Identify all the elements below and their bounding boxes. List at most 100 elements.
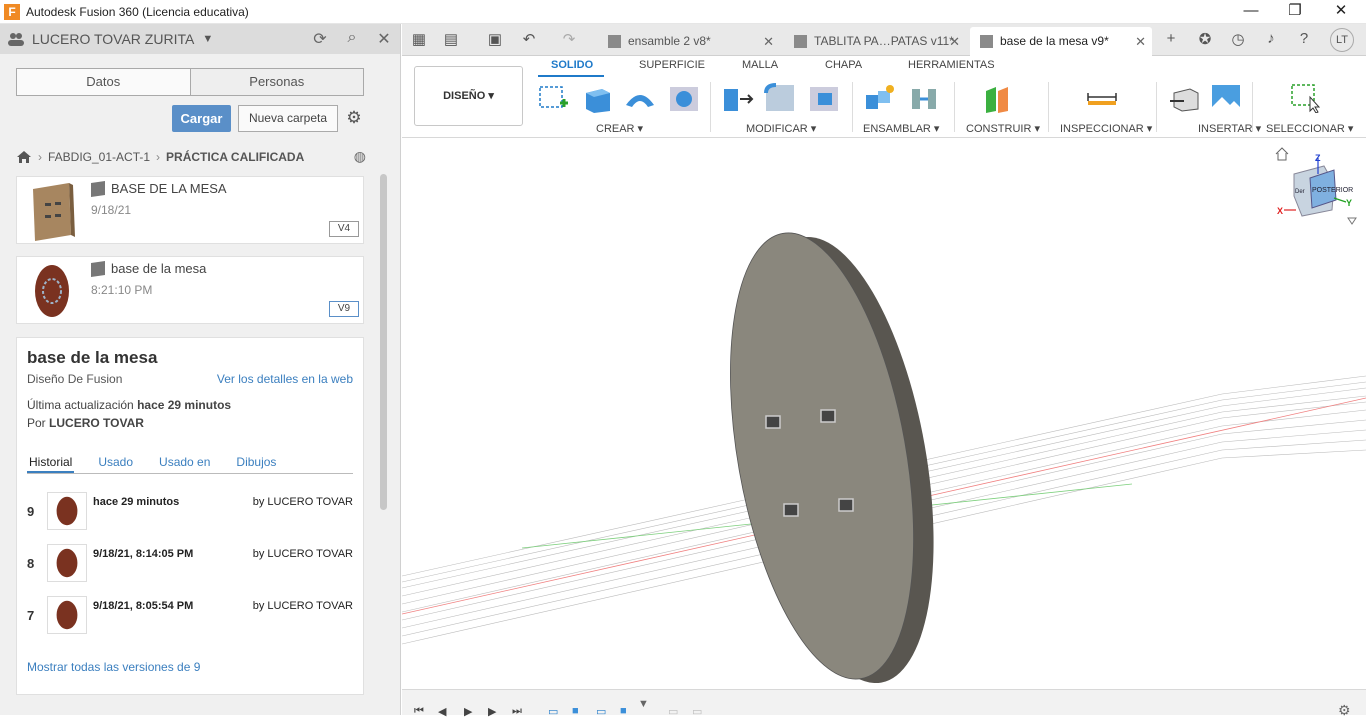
save-icon[interactable]: ▣ — [484, 30, 506, 50]
viewcube-side[interactable]: Der — [1295, 189, 1305, 195]
close-tab-icon[interactable]: ✕ — [949, 27, 960, 56]
breadcrumb-item[interactable]: FABDIG_01-ACT-1 — [48, 150, 150, 164]
assemble-menu[interactable]: ENSAMBLAR ▾ — [863, 122, 939, 135]
avatar[interactable]: LT — [1330, 28, 1354, 52]
timeline-sketch-icon[interactable]: ▭ — [692, 705, 702, 718]
job-status-icon[interactable]: ◷ — [1227, 30, 1249, 50]
select-window-icon[interactable] — [1288, 83, 1320, 113]
measure-icon[interactable] — [1086, 83, 1118, 113]
fillet-icon[interactable] — [764, 83, 796, 113]
new-tab-icon[interactable]: + — [1160, 30, 1182, 50]
insert-derive-icon[interactable] — [1168, 83, 1200, 113]
minimize-button[interactable]: — — [1228, 0, 1274, 24]
canvas-viewport[interactable]: POSTERIOR Der X Z Y — [402, 138, 1366, 689]
tab-ensamble[interactable]: ensamble 2 v8* ✕ — [598, 27, 780, 56]
timeline-sketch-icon[interactable]: ▭ — [668, 705, 678, 718]
home-view-icon[interactable] — [1275, 147, 1289, 161]
offset-plane-icon[interactable] — [984, 83, 1016, 113]
user-name[interactable]: LUCERO TOVAR ZURITA — [32, 31, 194, 47]
close-button[interactable]: ✕ — [1318, 0, 1364, 24]
upload-button[interactable]: Cargar — [172, 105, 231, 132]
new-folder-button[interactable]: Nueva carpeta — [238, 105, 338, 132]
file-menu-icon[interactable]: ▤ — [440, 30, 462, 50]
file-item[interactable]: base de la mesa 8:21:10 PM V9 — [16, 256, 364, 324]
tab-solido[interactable]: SOLIDO — [551, 59, 593, 71]
timeline-extrude-icon[interactable]: ■ — [572, 705, 579, 717]
close-tab-icon[interactable]: ✕ — [1135, 27, 1146, 56]
viewcube-face[interactable]: POSTERIOR — [1312, 187, 1353, 194]
workspace-dropdown[interactable]: DISEÑO ▾ — [414, 66, 523, 126]
insert-image-icon[interactable] — [1210, 83, 1242, 113]
chevron-down-icon[interactable]: ▼ — [202, 33, 213, 45]
extrude-icon[interactable] — [582, 83, 614, 113]
hole-icon[interactable] — [668, 83, 700, 113]
gear-icon[interactable]: ⚙ — [344, 108, 364, 128]
create-menu[interactable]: CREAR ▾ — [596, 122, 643, 135]
tab-historial[interactable]: Historial — [27, 450, 75, 473]
tab-datos[interactable]: Datos — [17, 69, 190, 95]
timeline-sketch-icon[interactable]: ▭ — [596, 705, 606, 718]
version-dropdown[interactable]: V4 — [329, 221, 359, 237]
restore-button[interactable]: ❐ — [1272, 0, 1318, 24]
close-panel-icon[interactable]: ✕ — [373, 29, 395, 49]
history-row[interactable]: 9 hace 29 minutos by LUCERO TOVAR — [27, 492, 353, 532]
inspect-menu[interactable]: INSPECCIONAR ▾ — [1060, 122, 1152, 135]
extensions-icon[interactable]: ✪ — [1194, 30, 1216, 50]
tab-usado[interactable]: Usado — [96, 450, 135, 473]
timeline-start-icon[interactable]: ⏮ — [414, 705, 424, 718]
history-row[interactable]: 7 9/18/21, 8:05:54 PM by LUCERO TOVAR — [27, 596, 353, 636]
timeline-end-icon[interactable]: ⏭ — [512, 705, 522, 718]
tab-base-de-la-mesa[interactable]: base de la mesa v9* ✕ — [970, 27, 1152, 56]
version-dropdown[interactable]: V9 — [329, 301, 359, 317]
shell-icon[interactable] — [808, 83, 840, 113]
web-details-link[interactable]: Ver los detalles en la web — [217, 372, 353, 386]
modify-menu[interactable]: MODIFICAR ▾ — [746, 122, 816, 135]
tab-herramientas[interactable]: HERRAMIENTAS — [908, 59, 995, 71]
timeline-next-icon[interactable]: ▶ — [488, 705, 496, 718]
press-pull-icon[interactable] — [722, 83, 754, 113]
joint-icon[interactable] — [908, 83, 940, 113]
tab-personas[interactable]: Personas — [189, 69, 363, 95]
search-icon[interactable]: ⌕ — [341, 29, 363, 49]
app-grid-icon[interactable]: ▦ — [408, 30, 430, 50]
undo-icon[interactable]: ↶ — [518, 30, 540, 50]
tab-superficie[interactable]: SUPERFICIE — [639, 59, 705, 71]
tab-chapa[interactable]: CHAPA — [825, 59, 862, 71]
tab-usado-en[interactable]: Usado en — [157, 450, 212, 473]
refresh-icon[interactable]: ⟳ — [309, 29, 331, 49]
globe-icon[interactable]: ◍ — [354, 148, 366, 165]
version-thumbnail — [47, 596, 87, 634]
help-icon[interactable]: ? — [1293, 30, 1315, 50]
create-sketch-icon[interactable] — [538, 83, 570, 113]
viewcube[interactable]: POSTERIOR Der X Z Y — [1274, 144, 1362, 228]
history-row[interactable]: 8 9/18/21, 8:14:05 PM by LUCERO TOVAR — [27, 544, 353, 584]
timeline-marker-icon[interactable]: ▼ — [638, 698, 649, 710]
tab-malla[interactable]: MALLA — [742, 59, 778, 71]
model-canvas[interactable] — [402, 138, 1366, 689]
home-icon[interactable] — [16, 150, 32, 164]
file-item[interactable]: BASE DE LA MESA 9/18/21 V4 — [16, 176, 364, 244]
model-body[interactable] — [700, 219, 964, 689]
new-component-icon[interactable] — [864, 83, 896, 113]
redo-icon[interactable]: ↷ — [558, 30, 580, 50]
notifications-icon[interactable]: ♪ — [1260, 30, 1282, 50]
timeline-sketch-icon[interactable]: ▭ — [548, 705, 558, 718]
show-all-versions-link[interactable]: Mostrar todas las versiones de 9 — [27, 660, 200, 674]
team-icon[interactable] — [8, 32, 24, 46]
timeline-settings-icon[interactable]: ⚙ — [1338, 702, 1351, 719]
timeline-extrude-icon[interactable]: ■ — [620, 705, 627, 717]
timeline-prev-icon[interactable]: ◀ — [438, 705, 446, 718]
timeline-play-icon[interactable]: ▶ — [464, 705, 472, 718]
select-menu[interactable]: SELECCIONAR ▾ — [1266, 122, 1353, 135]
details-type: Diseño De Fusion — [27, 372, 123, 386]
x-axis-label: X — [1277, 206, 1283, 216]
tab-dibujos[interactable]: Dibujos — [234, 450, 278, 473]
viewcube-menu-icon[interactable] — [1347, 217, 1357, 225]
close-tab-icon[interactable]: ✕ — [763, 27, 774, 56]
tab-tablita[interactable]: TABLITA PA…PATAS v11* ✕ — [784, 27, 966, 56]
y-axis-label: Y — [1346, 198, 1352, 208]
revolve-icon[interactable] — [624, 83, 656, 113]
fusion-logo-icon: F — [4, 3, 20, 20]
panel-scrollbar[interactable] — [380, 174, 387, 510]
construct-menu[interactable]: CONSTRUIR ▾ — [966, 122, 1040, 135]
